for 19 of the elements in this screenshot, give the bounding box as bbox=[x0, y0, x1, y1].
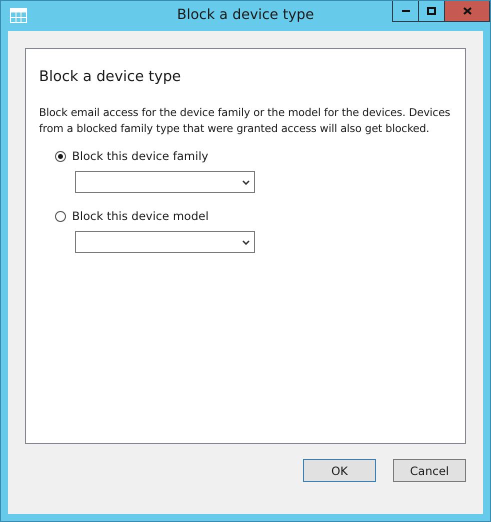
chevron-down-icon bbox=[242, 240, 250, 244]
close-icon bbox=[462, 7, 472, 15]
radio-button[interactable] bbox=[55, 150, 66, 162]
radio-label[interactable]: Block this device model bbox=[72, 209, 209, 223]
panel-heading: Block a device type bbox=[39, 69, 182, 85]
maximize-icon bbox=[427, 7, 436, 15]
ok-button[interactable]: OK bbox=[303, 459, 376, 482]
radio-label[interactable]: Block this device family bbox=[72, 149, 208, 163]
close-button[interactable] bbox=[444, 1, 490, 22]
window-title: Block a device type bbox=[176, 7, 316, 23]
chevron-down-icon bbox=[242, 180, 250, 184]
dropdown-field[interactable] bbox=[75, 231, 255, 253]
radio-button[interactable] bbox=[55, 210, 66, 222]
dropdown-field[interactable] bbox=[75, 171, 255, 193]
minimize-button[interactable] bbox=[392, 1, 419, 22]
minimize-icon bbox=[402, 10, 410, 12]
description-text: Block email access for the device family or the model for the devices. Devices from a blocked family type that were granted access will also get blocked. bbox=[39, 105, 452, 137]
cancel-button[interactable]: Cancel bbox=[393, 459, 466, 482]
window-icon bbox=[10, 8, 27, 23]
